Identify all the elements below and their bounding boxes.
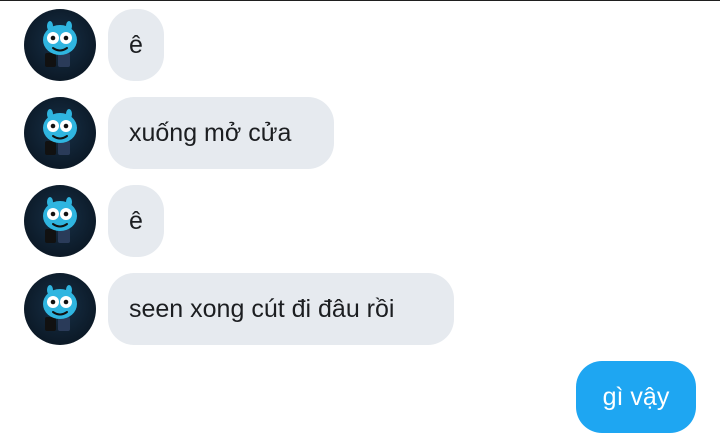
incoming-message-bubble[interactable]: ê: [108, 185, 164, 257]
message-row: ê: [0, 9, 720, 81]
message-row: ê: [0, 185, 720, 257]
gumball-avatar-icon[interactable]: [24, 9, 96, 81]
incoming-message-bubble[interactable]: ê: [108, 9, 164, 81]
outgoing-message-bubble[interactable]: gì vậy: [576, 361, 696, 433]
gumball-avatar-icon[interactable]: [24, 185, 96, 257]
message-row: seen xong cút đi đâu rồi: [0, 273, 720, 345]
message-thread: ê xuống mở cửa ê seen xong cút đi đâu rồ…: [0, 0, 720, 433]
incoming-message-bubble[interactable]: seen xong cút đi đâu rồi: [108, 273, 454, 345]
gumball-avatar-icon[interactable]: [24, 97, 96, 169]
message-row: xuống mở cửa: [0, 97, 720, 169]
gumball-avatar-icon[interactable]: [24, 273, 96, 345]
message-row: gì vậy: [0, 361, 720, 433]
incoming-message-bubble[interactable]: xuống mở cửa: [108, 97, 334, 169]
